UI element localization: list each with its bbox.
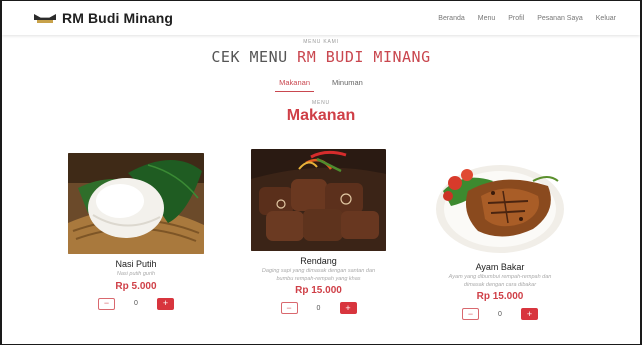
product-name: Rendang [300, 256, 337, 266]
quantity-value: 0 [316, 304, 321, 312]
nasi-putih-image [68, 153, 204, 254]
product-description: Daging sapi yang dimasak dengan santan d… [261, 268, 376, 282]
product-price: Rp 15.000 [295, 285, 342, 296]
nav-link-beranda[interactable]: Beranda [438, 15, 464, 22]
rumah-gadang-logo-icon [34, 12, 56, 24]
increase-quantity-button[interactable]: + [521, 308, 538, 320]
product-name: Nasi Putih [115, 259, 157, 269]
category-title: Makanan [286, 107, 356, 124]
section-eyebrow: MENU KAMI [303, 39, 339, 45]
product-card-rendang: Rendang Daging sapi yang dimasak dengan … [251, 149, 386, 314]
quantity-value: 0 [134, 300, 138, 307]
quantity-stepper: − 0 + [251, 302, 386, 314]
increase-quantity-button[interactable]: + [339, 302, 357, 314]
decrease-quantity-button[interactable]: − [98, 297, 115, 310]
product-price: Rp 5.000 [115, 280, 157, 292]
category-eyebrow: MENU [312, 100, 330, 106]
product-description: Ayam yang dibumbui rempah-rempah dan dim… [448, 274, 552, 288]
product-name: Ayam Bakar [475, 262, 525, 272]
product-price: Rp 15.000 [476, 291, 524, 302]
quantity-stepper: − 0 + [433, 308, 567, 320]
menu-section-header: MENU KAMI CEK MENU RM BUDI MINANG [2, 39, 640, 66]
page-title: CEK MENU RM BUDI MINANG [2, 48, 640, 66]
brand[interactable]: RM Budi Minang [34, 10, 173, 26]
nav-link-profil[interactable]: Profil [508, 15, 524, 22]
brand-name: RM Budi Minang [62, 10, 174, 26]
quantity-value: 0 [498, 310, 502, 318]
product-card-ayam-bakar: Ayam Bakar Ayam yang dibumbui rempah-rem… [433, 151, 567, 320]
navbar: RM Budi Minang Beranda Menu Profil Pesan… [2, 1, 640, 35]
category-tabs: Makanan Minuman [2, 76, 640, 92]
nav-link-pesanan-saya[interactable]: Pesanan Saya [537, 15, 583, 22]
page-title-prefix: CEK MENU [211, 48, 288, 66]
ayam-bakar-image [433, 151, 567, 257]
page-title-accent: RM BUDI MINANG [297, 48, 431, 66]
tab-makanan[interactable]: Makanan [275, 76, 314, 92]
tab-minuman[interactable]: Minuman [328, 76, 367, 92]
product-description: Nasi putih gurih [116, 271, 156, 277]
decrease-quantity-button[interactable]: − [280, 302, 298, 314]
quantity-stepper: − 0 + [68, 297, 204, 310]
increase-quantity-button[interactable]: + [157, 297, 174, 310]
nav-links: Beranda Menu Profil Pesanan Saya Keluar [438, 15, 616, 22]
nav-link-menu[interactable]: Menu [478, 15, 496, 22]
product-card-nasi-putih: Nasi Putih Nasi putih gurih Rp 5.000 − 0… [68, 153, 204, 310]
decrease-quantity-button[interactable]: − [462, 308, 479, 320]
product-grid: Nasi Putih Nasi putih gurih Rp 5.000 − 0… [2, 149, 640, 343]
browser-frame: RM Budi Minang Beranda Menu Profil Pesan… [0, 0, 642, 345]
nav-link-keluar[interactable]: Keluar [596, 15, 616, 22]
rendang-image [251, 149, 386, 251]
